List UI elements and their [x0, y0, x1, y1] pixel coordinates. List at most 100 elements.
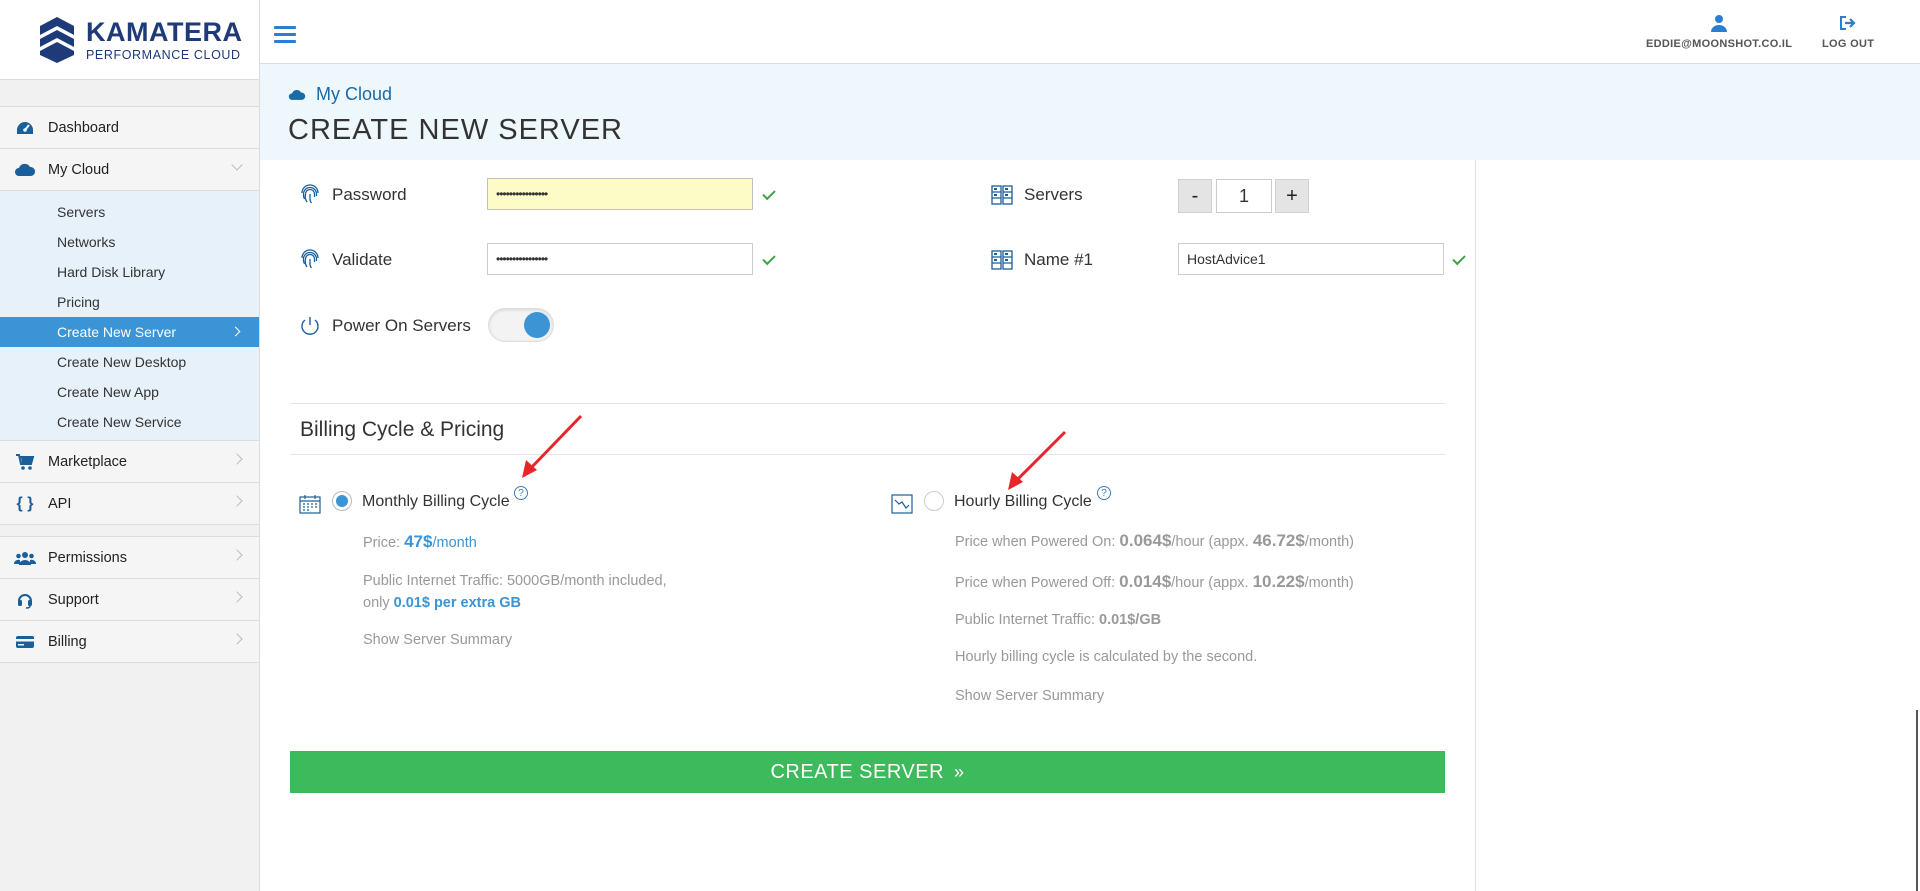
chevron-down-icon — [231, 159, 243, 171]
sidebar-subitem-pricing[interactable]: Pricing — [0, 287, 259, 317]
sidebar-item-label: Billing — [48, 633, 87, 650]
chevron-right-icon — [231, 633, 243, 645]
monthly-traffic: Public Internet Traffic: 5000GB/month in… — [363, 573, 667, 611]
cloud-icon — [14, 161, 36, 179]
sidebar-item-dashboard[interactable]: Dashboard — [0, 107, 259, 149]
servers-count-input[interactable]: 1 — [1216, 179, 1272, 213]
double-chevron-right-icon: » — [954, 761, 965, 782]
hourly-show-summary-link[interactable]: Show Server Summary — [955, 688, 1104, 704]
summary-pane — [1475, 160, 1920, 891]
kamatera-logo-icon — [40, 16, 74, 63]
sidebar-item-permissions[interactable]: Permissions — [0, 537, 259, 579]
annotation-arrow-icon — [522, 414, 583, 478]
servers-count-row: Servers — [990, 183, 1083, 207]
headset-icon — [14, 591, 36, 609]
server-rack-icon — [991, 185, 1013, 205]
server-rack-icon — [991, 250, 1013, 270]
hourly-billing-radio[interactable] — [924, 491, 944, 511]
users-icon — [14, 549, 36, 567]
user-icon — [1646, 12, 1792, 34]
sidebar-item-label: API — [48, 495, 72, 512]
power-on-row: Power On Servers — [298, 314, 471, 338]
help-icon[interactable]: ? — [1097, 486, 1111, 500]
monthly-billing-label[interactable]: Monthly Billing Cycle — [362, 493, 510, 511]
sidebar-subitem-servers[interactable]: Servers — [0, 197, 259, 227]
server-name-input[interactable]: HostAdvice1 — [1178, 243, 1444, 275]
breadcrumb-label: My Cloud — [316, 84, 393, 104]
scrollbar-thumb[interactable] — [1916, 710, 1918, 891]
chevron-right-icon — [230, 326, 241, 337]
password-input[interactable]: •••••••••••••••• — [487, 178, 753, 210]
power-on-toggle[interactable] — [488, 308, 554, 342]
sidebar-subitem-hard-disk-library[interactable]: Hard Disk Library — [0, 257, 259, 287]
toggle-knob — [524, 312, 550, 338]
sidebar-subitem-label: Create New Server — [57, 324, 177, 340]
sidebar-subitem-create-new-desktop[interactable]: Create New Desktop — [0, 347, 259, 377]
page-header: My Cloud CREATE NEW SERVER — [260, 64, 1920, 160]
servers-decrement-button[interactable]: - — [1178, 179, 1212, 213]
sidebar-subitem-networks[interactable]: Networks — [0, 227, 259, 257]
monthly-price: Price: 47$/month — [363, 532, 477, 551]
user-account-button[interactable]: EDDIE@MOONSHOT.CO.IL — [1646, 12, 1792, 50]
brand-tagline: PERFORMANCE CLOUD — [86, 47, 241, 62]
page-title: CREATE NEW SERVER — [288, 114, 623, 146]
hourly-price-powered-off: Price when Powered Off: 0.014$/hour (app… — [955, 572, 1354, 591]
divider — [290, 403, 1445, 404]
validate-password-input[interactable]: •••••••••••••••• — [487, 243, 753, 275]
monthly-show-summary-link[interactable]: Show Server Summary — [363, 632, 512, 648]
annotation-arrow-icon — [1008, 430, 1067, 490]
divider — [290, 454, 1445, 455]
sidebar-item-my-cloud[interactable]: My Cloud — [0, 149, 259, 191]
monthly-price-value: 47$ — [404, 532, 433, 551]
sidebar-subitem-create-new-app[interactable]: Create New App — [0, 377, 259, 407]
brand-name: KAMATERA — [86, 16, 243, 47]
monthly-billing-radio[interactable] — [332, 491, 352, 511]
sidebar-item-label: Support — [48, 591, 99, 608]
my-cloud-submenu: Servers Networks Hard Disk Library Prici… — [0, 191, 259, 441]
dashboard-icon — [14, 119, 36, 137]
logout-label: LOG OUT — [1822, 38, 1875, 50]
billing-section-title: Billing Cycle & Pricing — [300, 418, 505, 441]
code-braces-icon: { } — [16, 494, 34, 512]
user-email: EDDIE@MOONSHOT.CO.IL — [1646, 38, 1793, 50]
create-server-label: CREATE SERVER — [770, 760, 945, 783]
menu-toggle-icon[interactable] — [274, 26, 296, 44]
power-icon — [301, 317, 319, 335]
hourly-chart-icon — [891, 494, 913, 514]
server-name-label: Name #1 — [1024, 250, 1093, 269]
sidebar-item-label: Marketplace — [48, 453, 127, 470]
servers-label: Servers — [1024, 185, 1083, 204]
fingerprint-icon — [301, 184, 319, 204]
sidebar-item-billing[interactable]: Billing — [0, 621, 259, 663]
hourly-billing-note: Hourly billing cycle is calculated by th… — [955, 649, 1258, 665]
chevron-right-icon — [231, 549, 243, 561]
hourly-traffic: Public Internet Traffic: 0.01$/GB — [955, 612, 1162, 628]
breadcrumb[interactable]: My Cloud — [288, 84, 392, 105]
sidebar-item-label: Permissions — [48, 549, 127, 566]
logout-icon — [1822, 12, 1874, 34]
top-header: EDDIE@MOONSHOT.CO.IL LOG OUT — [260, 0, 1920, 64]
fingerprint-icon — [301, 249, 319, 269]
sidebar-subitem-create-new-server[interactable]: Create New Server — [0, 317, 259, 347]
sidebar: KAMATERA PERFORMANCE CLOUD Dashboard My … — [0, 0, 260, 891]
cloud-icon — [288, 89, 306, 100]
logout-button[interactable]: LOG OUT — [1822, 12, 1874, 50]
servers-increment-button[interactable]: + — [1275, 179, 1309, 213]
help-icon[interactable]: ? — [514, 486, 528, 500]
sidebar-item-marketplace[interactable]: Marketplace — [0, 441, 259, 483]
sidebar-subitem-create-new-service[interactable]: Create New Service — [0, 407, 259, 437]
chevron-right-icon — [231, 495, 243, 507]
brand-logo[interactable]: KAMATERA PERFORMANCE CLOUD — [0, 0, 259, 80]
hourly-billing-label[interactable]: Hourly Billing Cycle — [954, 493, 1092, 511]
server-name-row: Name #1 — [990, 248, 1093, 272]
chevron-right-icon — [231, 453, 243, 465]
create-server-button[interactable]: CREATE SERVER » — [290, 751, 1445, 793]
validate-label: Validate — [332, 250, 393, 269]
sidebar-item-label: Dashboard — [48, 119, 119, 136]
power-on-label: Power On Servers — [332, 316, 471, 335]
sidebar-item-support[interactable]: Support — [0, 579, 259, 621]
calendar-icon — [299, 495, 321, 514]
sidebar-item-label: My Cloud — [48, 161, 110, 178]
sidebar-item-api[interactable]: { } API — [0, 483, 259, 525]
password-label: Password — [332, 185, 407, 204]
